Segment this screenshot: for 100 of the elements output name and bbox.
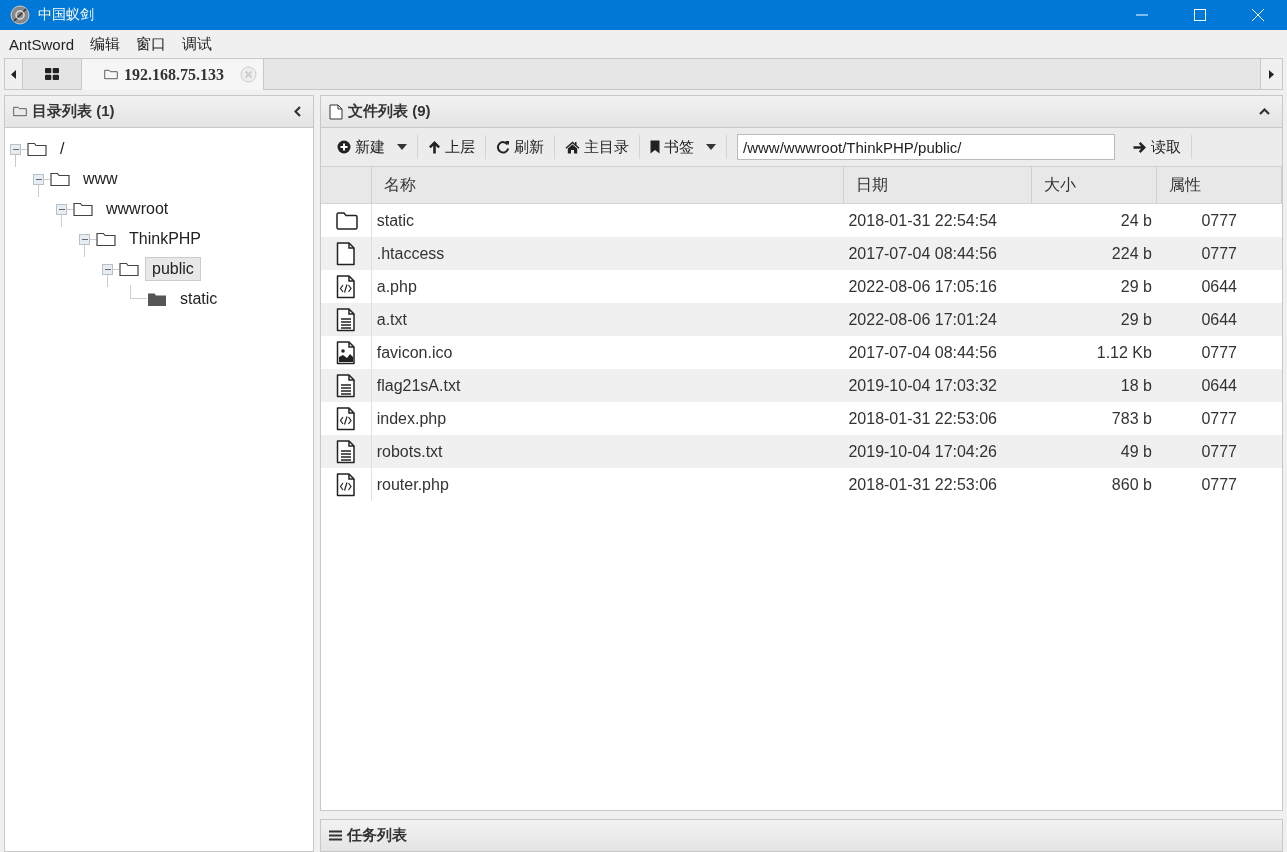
document-icon bbox=[329, 103, 343, 120]
file-size: 49 b bbox=[1120, 442, 1152, 460]
file-name[interactable]: router.php bbox=[376, 475, 449, 493]
tree-item[interactable]: ThinkPHP bbox=[122, 227, 209, 251]
bookmark-icon bbox=[650, 140, 660, 154]
collapse-toggle[interactable] bbox=[33, 173, 44, 185]
file-date: 2019-10-04 17:03:32 bbox=[848, 376, 997, 394]
folder-icon bbox=[27, 141, 47, 157]
file-date: 2019-10-04 17:04:26 bbox=[848, 442, 997, 460]
file-attributes: 0777 bbox=[1201, 442, 1237, 460]
file-attributes: 0777 bbox=[1201, 475, 1237, 493]
home-icon bbox=[565, 140, 580, 154]
file-icon bbox=[336, 241, 356, 266]
toolbar-button[interactable]: 新建 bbox=[327, 133, 417, 161]
arrow-right-icon bbox=[1133, 140, 1147, 154]
text-file-icon bbox=[336, 373, 356, 398]
path-field[interactable]: /www/wwwroot/ThinkPHP/public/ bbox=[737, 134, 1115, 160]
file-attributes: 0777 bbox=[1201, 244, 1237, 262]
column-header[interactable]: 名称 bbox=[371, 167, 844, 204]
file-attributes: 0777 bbox=[1201, 409, 1237, 427]
tree-item[interactable]: wwwroot bbox=[99, 197, 176, 221]
collapse-toggle[interactable] bbox=[10, 143, 21, 155]
scroll-left-button[interactable] bbox=[5, 59, 23, 89]
toolbar-button[interactable]: 上层 bbox=[418, 133, 485, 161]
folder-icon bbox=[119, 261, 139, 277]
panel-title: 文件列表 (9) bbox=[348, 102, 432, 121]
tree-item[interactable]: static bbox=[173, 287, 225, 311]
panel-title: 任务列表 bbox=[347, 826, 408, 845]
code-file-icon bbox=[336, 472, 356, 497]
file-size: 29 b bbox=[1120, 277, 1152, 295]
file-name[interactable]: favicon.ico bbox=[376, 343, 453, 361]
refresh-icon bbox=[496, 140, 510, 154]
list-icon bbox=[329, 830, 342, 841]
file-date: 2017-07-04 08:44:56 bbox=[848, 343, 997, 361]
file-attributes: 0644 bbox=[1201, 376, 1237, 394]
file-size: 18 b bbox=[1120, 376, 1152, 394]
tree-item[interactable]: / bbox=[53, 137, 72, 161]
toolbar-button[interactable]: 主目录 bbox=[555, 133, 639, 161]
file-date: 2018-01-31 22:54:54 bbox=[848, 211, 997, 229]
file-name[interactable]: .htaccess bbox=[376, 244, 445, 262]
caret-right-icon bbox=[1269, 69, 1274, 79]
menu-item[interactable]: 调试 bbox=[174, 34, 221, 54]
collapse-toggle[interactable] bbox=[102, 263, 113, 275]
tree-line bbox=[130, 285, 147, 299]
file-attributes: 0777 bbox=[1201, 343, 1237, 361]
file-size: 860 b bbox=[1111, 475, 1152, 493]
code-file-icon bbox=[336, 406, 356, 431]
host-tab[interactable]: 192.168.75.133 bbox=[82, 59, 264, 90]
collapse-toggle[interactable] bbox=[56, 203, 67, 215]
tree-item[interactable]: www bbox=[76, 167, 125, 191]
file-name[interactable]: robots.txt bbox=[376, 442, 443, 460]
file-name[interactable]: static bbox=[376, 211, 415, 229]
tree-item[interactable]: public bbox=[145, 257, 201, 281]
file-size: 24 b bbox=[1120, 211, 1152, 229]
arrow-up-icon bbox=[428, 140, 441, 154]
column-header[interactable]: 属性 bbox=[1156, 167, 1282, 204]
file-date: 2022-08-06 17:05:16 bbox=[848, 277, 997, 295]
panel-title: 目录列表 (1) bbox=[32, 102, 116, 121]
file-name[interactable]: index.php bbox=[376, 409, 447, 427]
folder-icon bbox=[96, 231, 116, 247]
menu-item[interactable]: 窗口 bbox=[128, 34, 175, 54]
file-date: 2018-01-31 22:53:06 bbox=[848, 475, 997, 493]
read-button[interactable]: 读取 bbox=[1123, 133, 1191, 161]
window-title: 中国蚁剑 bbox=[38, 6, 95, 24]
menu-item[interactable]: 编辑 bbox=[82, 34, 129, 54]
column-header[interactable]: 日期 bbox=[843, 167, 1032, 204]
file-name[interactable]: flag21sA.txt bbox=[376, 376, 461, 394]
folder-icon bbox=[104, 69, 118, 80]
chevron-left-icon bbox=[294, 106, 301, 117]
maximize-icon bbox=[1194, 9, 1206, 21]
code-file-icon bbox=[336, 274, 356, 299]
file-name[interactable]: a.txt bbox=[376, 310, 407, 328]
file-size: 783 b bbox=[1111, 409, 1152, 427]
folder-icon bbox=[73, 201, 93, 217]
collapse-toggle[interactable] bbox=[79, 233, 90, 245]
file-attributes: 0644 bbox=[1201, 277, 1237, 295]
toolbar-button[interactable]: 书签 bbox=[640, 133, 726, 161]
text-file-icon bbox=[336, 307, 356, 332]
folder-icon bbox=[147, 291, 167, 307]
scroll-right-button[interactable] bbox=[1260, 59, 1282, 89]
menu-item[interactable]: AntSword bbox=[1, 35, 83, 53]
folder-icon bbox=[13, 106, 27, 117]
grid-icon bbox=[45, 68, 59, 80]
image-file-icon bbox=[336, 340, 356, 365]
file-attributes: 0644 bbox=[1201, 310, 1237, 328]
plus-circle-icon bbox=[337, 140, 351, 154]
file-size: 29 b bbox=[1120, 310, 1152, 328]
text-file-icon bbox=[336, 439, 356, 464]
folder-icon bbox=[336, 211, 358, 230]
toolbar-button[interactable]: 刷新 bbox=[486, 133, 554, 161]
file-name[interactable]: a.php bbox=[376, 277, 417, 295]
column-header[interactable]: 大小 bbox=[1031, 167, 1157, 204]
file-size: 1.12 Kb bbox=[1096, 343, 1152, 361]
app-logo-icon bbox=[10, 5, 30, 25]
close-icon bbox=[1252, 9, 1264, 21]
file-attributes: 0777 bbox=[1201, 211, 1237, 229]
folder-icon bbox=[50, 171, 70, 187]
file-date: 2018-01-31 22:53:06 bbox=[848, 409, 997, 427]
file-date: 2022-08-06 17:01:24 bbox=[848, 310, 997, 328]
caret-left-icon bbox=[11, 69, 16, 79]
